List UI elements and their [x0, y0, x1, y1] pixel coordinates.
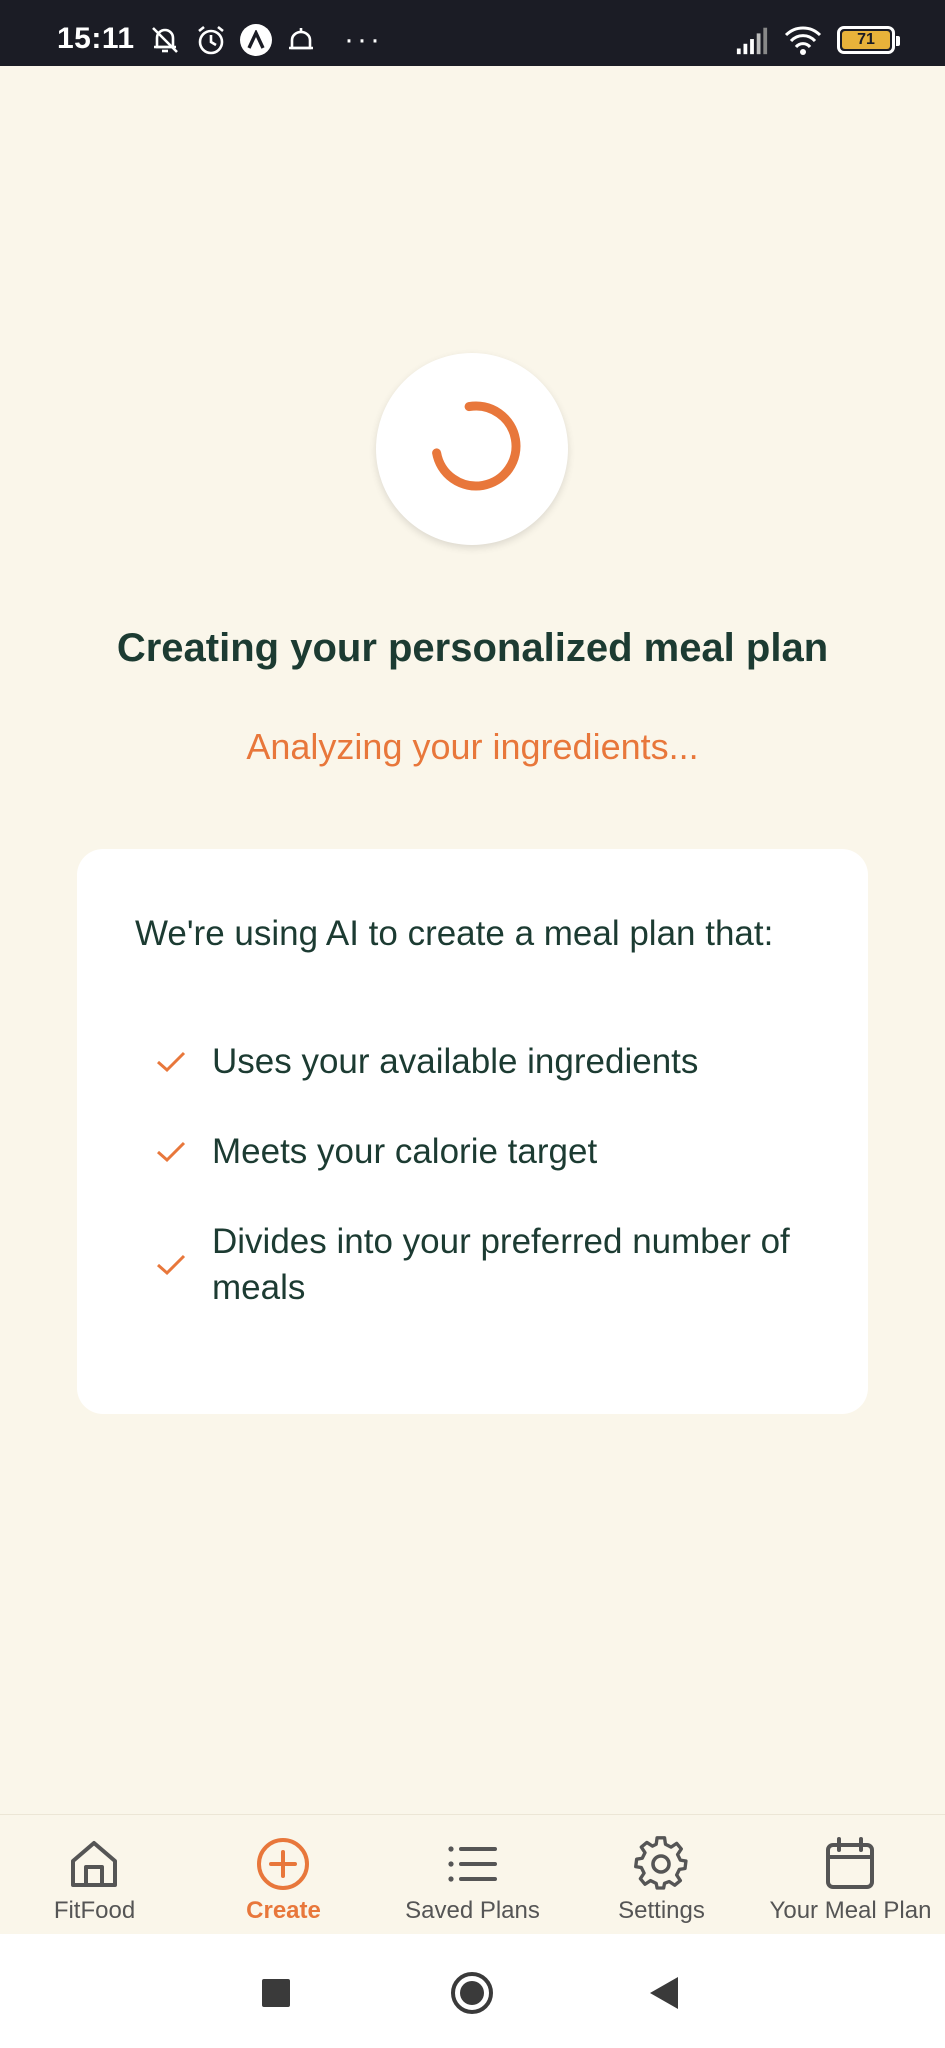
check-icon: [157, 1051, 186, 1073]
recents-button[interactable]: [262, 1979, 290, 2007]
plus-circle-icon: [257, 1838, 309, 1890]
tab-saved-plans[interactable]: Saved Plans: [378, 1815, 567, 1935]
feature-text: Divides into your preferred number of me…: [212, 1222, 790, 1307]
muted-bell-icon: [152, 27, 178, 53]
list-icon: [448, 1846, 497, 1882]
tab-label: FitFood: [53, 1897, 136, 1924]
tab-label: Your Meal Plan: [769, 1897, 932, 1924]
system-navigation-bar: [0, 1934, 945, 2048]
home-icon: [71, 1841, 117, 1887]
check-icon: [157, 1141, 186, 1163]
wifi-icon: [784, 26, 822, 55]
page-title: Creating your personalized meal plan: [116, 626, 829, 670]
tab-label: Create: [246, 1897, 321, 1924]
feature-item: Divides into your preferred number of me…: [155, 1219, 855, 1311]
loading-indicator: [376, 353, 568, 545]
notification-bell-icon: [289, 28, 313, 50]
calendar-icon: [826, 1837, 874, 1889]
battery-icon: 71: [837, 26, 900, 54]
status-bar: 15:11 ··· 71: [0, 0, 945, 66]
signal-icon: [736, 27, 768, 55]
a-app-icon: [240, 24, 272, 56]
tab-label: Settings: [618, 1897, 705, 1924]
tab-your-meal-plan[interactable]: Your Meal Plan: [756, 1815, 945, 1935]
battery-level: 71: [842, 31, 890, 49]
status-time: 15:11: [57, 22, 135, 55]
tab-fitfood[interactable]: FitFood: [0, 1815, 189, 1935]
tab-label: Saved Plans: [405, 1897, 540, 1924]
status-icons-left: ···: [148, 22, 383, 58]
feature-item: Uses your available ingredients: [155, 1039, 855, 1085]
spinner-icon: [432, 401, 521, 491]
back-button[interactable]: [650, 1977, 678, 2009]
feature-list: Uses your available ingredients Meets yo…: [155, 1039, 855, 1355]
alarm-icon: [198, 25, 224, 55]
info-card: We're using AI to create a meal plan tha…: [77, 849, 868, 1414]
gear-icon: [634, 1836, 688, 1890]
home-button[interactable]: [451, 1972, 493, 2014]
tab-create[interactable]: Create: [189, 1815, 378, 1935]
status-icons-right: 71: [735, 22, 900, 58]
card-intro-text: We're using AI to create a meal plan tha…: [135, 914, 774, 953]
more-dots-icon: ···: [344, 23, 383, 56]
feature-item: Meets your calorie target: [155, 1129, 855, 1175]
tab-settings[interactable]: Settings: [567, 1815, 756, 1935]
bottom-tab-bar: FitFood Create Saved Plans Settings Your…: [0, 1814, 945, 1934]
check-icon: [157, 1254, 186, 1276]
feature-text: Uses your available ingredients: [212, 1042, 699, 1081]
progress-status-text: Analyzing your ingredients...: [246, 726, 699, 767]
feature-text: Meets your calorie target: [212, 1132, 598, 1171]
